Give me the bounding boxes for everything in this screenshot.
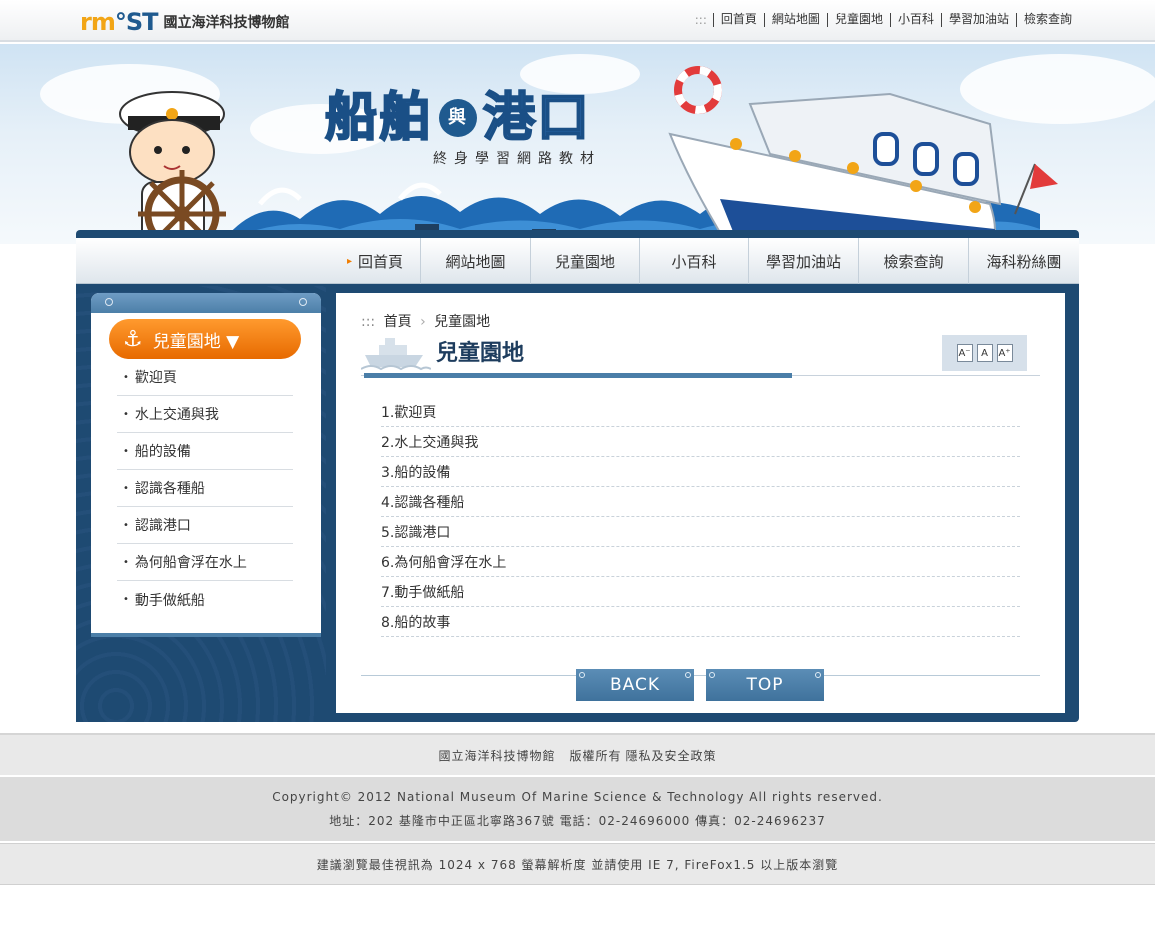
nav-active-arrow-icon: ▸	[346, 255, 352, 267]
footer-info: Copyright© 2012 National Museum Of Marin…	[0, 777, 1155, 841]
list-item[interactable]: 4.認識各種船	[381, 487, 1020, 517]
bullet-icon: •	[123, 371, 129, 383]
top-button-label: TOP	[746, 675, 784, 695]
sidebar-item-welcome[interactable]: • 歡迎頁	[117, 359, 293, 396]
footer-browser-note: 建議瀏覽最佳視訊為 1024 x 768 螢幕解析度 並請使用 IE 7, Fi…	[0, 843, 1155, 885]
rivet-icon	[815, 672, 821, 678]
banner: 船舶 與 港口 終身學習網路教材	[0, 44, 1155, 244]
site-logo[interactable]: rm°ST 國立海洋科技博物館	[80, 10, 290, 34]
list-item[interactable]: 5.認識港口	[381, 517, 1020, 547]
font-normal-button[interactable]: A	[976, 344, 993, 362]
sidebar-item-ship-equipment[interactable]: • 船的設備	[117, 433, 293, 470]
breadcrumb: ::: 首頁 › 兒童園地	[361, 311, 490, 331]
sailor-mascot	[119, 91, 226, 244]
list-item[interactable]: 3.船的設備	[381, 457, 1020, 487]
bullet-icon: •	[123, 445, 129, 457]
footer-address: 地址：202 基隆市中正區北寧路367號 電話：02-24696000 傳真：0…	[329, 813, 826, 828]
footer-copyright: Copyright© 2012 National Museum Of Marin…	[272, 789, 883, 804]
sidebar-header	[91, 293, 321, 313]
nav-item-sitemap[interactable]: 網站地圖	[420, 238, 530, 284]
banner-title-and: 與	[439, 99, 478, 137]
main-nav: ▸ 回首頁 網站地圖 兒童園地 小百科 學習加油站 檢索查詢 海科粉絲團	[76, 238, 1079, 284]
top-bar: rm°ST 國立海洋科技博物館 ::: 回首頁 網站地圖 兒童園地 小百科 學習…	[0, 0, 1155, 42]
site-name: 國立海洋科技博物館	[163, 15, 290, 31]
title-accent-bar	[364, 373, 792, 378]
breadcrumb-home[interactable]: 首頁	[384, 314, 412, 330]
banner-title: 船舶 與 港口 終身學習網路教材	[324, 88, 601, 168]
breadcrumb-current[interactable]: 兒童園地	[434, 314, 490, 330]
nav-item-learning[interactable]: 學習加油站	[748, 238, 858, 284]
nav-item-label: 回首頁	[358, 252, 404, 271]
nav-item-search[interactable]: 檢索查詢	[858, 238, 968, 284]
logo-mark: rm°ST	[80, 8, 158, 36]
back-button[interactable]: BACK	[576, 669, 694, 701]
sidebar-item-why-float[interactable]: • 為何船會浮在水上	[117, 544, 293, 581]
breadcrumb-prefix: :::	[361, 314, 376, 330]
list-item[interactable]: 7.動手做紙船	[381, 577, 1020, 607]
footer-museum-name: 國立海洋科技博物館	[438, 748, 556, 763]
nav-item-home[interactable]: ▸ 回首頁	[330, 238, 420, 284]
nav-item-fans[interactable]: 海科粉絲團	[968, 238, 1079, 284]
page-title: 兒童園地	[436, 341, 525, 366]
font-size-controls: A⁻ A A⁺	[942, 335, 1027, 371]
nav-item-encyclopedia[interactable]: 小百科	[639, 238, 748, 284]
sidebar-title-label: 兒童園地 ▼	[152, 331, 240, 352]
nav-item-kids[interactable]: 兒童園地	[530, 238, 639, 284]
list-item[interactable]: 8.船的故事	[381, 607, 1020, 637]
top-link-kids[interactable]: 兒童園地	[826, 13, 890, 27]
list-item[interactable]: 1.歡迎頁	[381, 397, 1020, 427]
top-link-sitemap[interactable]: 網站地圖	[763, 13, 827, 27]
top-link-home[interactable]: 回首頁	[712, 13, 764, 27]
sidebar: ⚓ 兒童園地 ▼ • 歡迎頁 • 水上交通與我 • 船的設備 • 認識各種船 • 認識港口…	[91, 293, 321, 637]
top-button[interactable]: TOP	[706, 669, 824, 701]
banner-subtitle: 終身學習網路教材	[433, 151, 601, 167]
bottom-divider	[361, 675, 1040, 676]
breadcrumb-separator-icon: ›	[420, 314, 426, 330]
content-panel: ::: 首頁 › 兒童園地 兒童園地 A⁻ A A⁺ 1.歡迎頁 2.水上交通與…	[336, 293, 1065, 713]
bullet-icon: •	[123, 519, 129, 531]
list-item[interactable]: 6.為何船會浮在水上	[381, 547, 1020, 577]
banner-title-part2: 港口	[482, 88, 592, 148]
top-link-encyclopedia[interactable]: 小百科	[889, 13, 941, 27]
ship-illustration	[668, 66, 1058, 244]
top-link-search[interactable]: 檢索查詢	[1015, 13, 1079, 27]
font-increase-button[interactable]: A⁺	[996, 344, 1013, 362]
sidebar-list: • 歡迎頁 • 水上交通與我 • 船的設備 • 認識各種船 • 認識港口 • 為何船會浮在水…	[117, 359, 293, 618]
anchor-icon: ⚓	[123, 326, 143, 352]
content-list: 1.歡迎頁 2.水上交通與我 3.船的設備 4.認識各種船 5.認識港口 6.為…	[381, 397, 1020, 637]
page: rm°ST 國立海洋科技博物館 ::: 回首頁 網站地圖 兒童園地 小百科 學習…	[0, 0, 1155, 948]
sidebar-item-paper-boat[interactable]: • 動手做紙船	[117, 581, 293, 618]
rivet-icon	[299, 298, 307, 306]
bullet-icon: •	[123, 556, 129, 568]
sidebar-title[interactable]: ⚓ 兒童園地 ▼	[109, 319, 301, 359]
footer-privacy-link[interactable]: 隱私及安全政策	[626, 747, 717, 764]
ship-icon	[361, 338, 431, 371]
footer-links: 國立海洋科技博物館 版權所有 隱私及安全政策	[0, 733, 1155, 775]
footer-copyright-label: 版權所有	[569, 748, 622, 763]
banner-title-part1: 船舶	[324, 88, 434, 148]
bullet-icon: •	[123, 408, 129, 420]
top-links: ::: 回首頁 網站地圖 兒童園地 小百科 學習加油站 檢索查詢	[695, 13, 1079, 27]
font-decrease-button[interactable]: A⁻	[956, 344, 973, 362]
rivet-icon	[579, 672, 585, 678]
top-links-prefix: :::	[694, 13, 707, 27]
rivet-icon	[709, 672, 715, 678]
rivet-icon	[105, 298, 113, 306]
bullet-icon: •	[123, 482, 129, 494]
sidebar-item-water-transport[interactable]: • 水上交通與我	[117, 396, 293, 433]
main-frame: ▸ 回首頁 網站地圖 兒童園地 小百科 學習加油站 檢索查詢 海科粉絲團 ⚓ 兒…	[76, 230, 1079, 722]
rivet-icon	[685, 672, 691, 678]
list-item[interactable]: 2.水上交通與我	[381, 427, 1020, 457]
sidebar-item-ship-types[interactable]: • 認識各種船	[117, 470, 293, 507]
back-button-label: BACK	[609, 675, 660, 695]
top-link-learning[interactable]: 學習加油站	[940, 13, 1016, 27]
bullet-icon: •	[123, 594, 129, 605]
sidebar-item-ports[interactable]: • 認識港口	[117, 507, 293, 544]
